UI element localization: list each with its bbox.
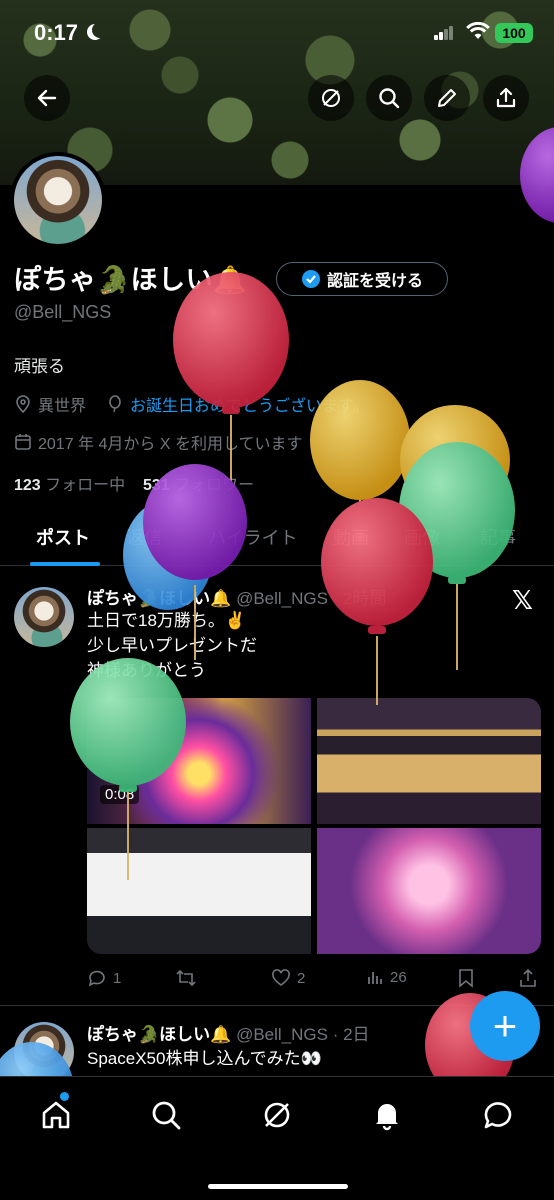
post-meta: @Bell_NGS · 2日 (236, 1025, 370, 1044)
search-icon (379, 88, 400, 109)
post-actions: 1 2 26 (87, 968, 547, 992)
tab-images[interactable]: 画像 (404, 524, 440, 550)
post-line: 少し早いプレゼントだ (87, 636, 257, 655)
like-count: 2 (297, 969, 306, 987)
profile-tabs: ポスト 返信 ハイライト 動画 画像 記事 (0, 514, 554, 566)
nav-notifications[interactable] (367, 1095, 407, 1135)
following-link[interactable]: 123 フォロー中 (14, 477, 125, 494)
grok-icon (264, 1102, 290, 1128)
messages-icon (484, 1102, 512, 1129)
tab-replies[interactable]: 返信 (126, 524, 162, 550)
profile-meta-row: 異世界 お誕生日おめでとうございます。 (14, 392, 368, 416)
followers-link[interactable]: 531 フォロワー (143, 477, 254, 494)
reply-button[interactable]: 1 (87, 968, 121, 988)
compose-post-button[interactable]: + (470, 991, 540, 1061)
profile-location: 異世界 (38, 398, 87, 415)
followers-label: フォロワー (174, 477, 255, 494)
verified-badge-icon (301, 270, 320, 288)
balloon-icon (109, 395, 121, 413)
bookmark-button[interactable] (457, 968, 475, 988)
share-icon (496, 87, 516, 108)
search-icon (152, 1101, 181, 1130)
birthday-link[interactable]: お誕生日おめでとうございます。 (130, 392, 368, 416)
share-icon (520, 968, 536, 987)
post-line: 神様ありがとう (87, 661, 206, 680)
like-icon (272, 969, 290, 986)
post-avatar[interactable] (14, 1022, 74, 1082)
post-body: 土日で18万勝ち。✌️ 少し早いプレゼントだ 神様ありがとう (87, 608, 257, 683)
profile-name: ぽちゃ🐊ほしい🔔 (14, 265, 248, 295)
bookmark-icon (459, 969, 473, 988)
joined-row: 2017 年 4月から X を利用しています (14, 430, 302, 454)
location-pin-icon (16, 395, 30, 413)
post-header: ぽちゃ🐊ほしい🔔 @Bell_NGS · 2日 (87, 1020, 370, 1045)
cellular-signal-icon (434, 26, 454, 40)
focus-moon-icon (92, 22, 108, 38)
grok-icon (322, 89, 340, 107)
media-image[interactable] (317, 698, 541, 824)
share-button[interactable] (483, 75, 529, 121)
edit-profile-button[interactable] (424, 75, 470, 121)
post-body: SpaceX50株申し込んでみた👀 (87, 1046, 322, 1071)
views-button[interactable]: 26 (366, 968, 407, 986)
active-tab-indicator (30, 562, 100, 566)
get-verified-label: 認証を受ける (326, 273, 423, 290)
calendar-icon (15, 434, 31, 450)
repost-icon (176, 969, 196, 987)
profile-avatar[interactable] (10, 152, 106, 248)
view-count: 26 (390, 968, 407, 986)
tab-videos[interactable]: 動画 (333, 524, 369, 550)
notification-bell-icon (376, 1104, 398, 1131)
nav-messages[interactable] (478, 1095, 518, 1135)
wifi-icon (466, 22, 490, 39)
post-meta: @Bell_NGS · 2時間 (236, 589, 387, 608)
x-logo-icon: 𝕏 (512, 585, 533, 615)
reply-icon (88, 970, 105, 987)
back-button[interactable] (24, 75, 70, 121)
status-bar: 0:17 100 (0, 0, 554, 64)
home-indicator (208, 1184, 348, 1189)
profile-handle: @Bell_NGS (14, 302, 112, 322)
media-image[interactable] (87, 828, 311, 954)
grok-button[interactable] (308, 75, 354, 121)
followers-count: 531 (142, 477, 170, 494)
post-header: ぽちゃ🐊ほしい🔔 @Bell_NGS · 2時間 (87, 584, 387, 609)
post-author-name[interactable]: ぽちゃ🐊ほしい🔔 (87, 589, 231, 608)
reply-count: 1 (113, 969, 122, 987)
repost-button[interactable] (175, 968, 203, 988)
nav-home[interactable] (36, 1095, 76, 1135)
profile-bio: 頑張る (14, 357, 65, 376)
status-time: 0:17 (34, 20, 79, 45)
tab-posts[interactable]: ポスト (36, 524, 90, 550)
post-author-name[interactable]: ぽちゃ🐊ほしい🔔 (87, 1025, 231, 1044)
following-count: 123 (14, 477, 41, 494)
video-duration: 0:08 (100, 785, 140, 804)
bottom-navigation (0, 1076, 554, 1200)
media-video[interactable] (87, 698, 311, 824)
post-line: SpaceX50株申し込んでみた👀 (87, 1049, 322, 1068)
post-line: 土日で18万勝ち。✌️ (87, 611, 247, 630)
tab-articles[interactable]: 記事 (480, 524, 516, 550)
get-verified-button[interactable]: 認証を受ける (276, 262, 448, 296)
back-arrow-icon (37, 89, 57, 107)
media-image[interactable] (317, 828, 541, 954)
post-share-button[interactable] (519, 968, 537, 988)
edit-pencil-icon (438, 89, 456, 107)
post-divider (0, 1005, 554, 1006)
joined-date: 2017 年 4月から X を利用しています (38, 436, 303, 453)
following-label: フォロー中 (45, 477, 126, 494)
nav-grok[interactable] (257, 1095, 297, 1135)
battery-indicator: 100 (495, 23, 533, 43)
balloon (400, 405, 510, 515)
post-media-grid[interactable] (87, 698, 541, 954)
post-avatar[interactable] (14, 587, 74, 647)
like-button[interactable]: 2 (271, 968, 305, 988)
search-button[interactable] (366, 75, 412, 121)
tab-highlights[interactable]: ハイライト (208, 524, 298, 550)
home-icon (42, 1101, 70, 1129)
home-notification-dot (60, 1092, 69, 1101)
follow-stats: 123 フォロー中 531 フォロワー (14, 471, 254, 495)
nav-search[interactable] (146, 1095, 186, 1135)
views-icon (368, 972, 382, 984)
